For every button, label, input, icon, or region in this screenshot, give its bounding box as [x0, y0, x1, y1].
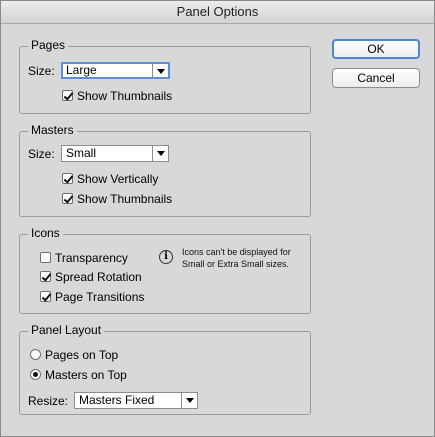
- pages-size-select[interactable]: Large: [61, 62, 170, 79]
- transparency-label: Transparency: [55, 251, 128, 265]
- page-transitions-checkbox[interactable]: [40, 291, 51, 302]
- masters-size-select[interactable]: Small: [61, 145, 169, 162]
- masters-size-label: Size:: [28, 147, 55, 161]
- pages-on-top-label: Pages on Top: [45, 348, 119, 362]
- chevron-down-icon: [152, 64, 168, 77]
- icons-group: Icons Transparency Spread Rotation Page …: [19, 226, 311, 314]
- page-transitions-label: Page Transitions: [55, 290, 145, 304]
- ok-button[interactable]: OK: [332, 39, 420, 59]
- transparency-checkbox[interactable]: [40, 252, 51, 263]
- masters-show-thumbnails-label: Show Thumbnails: [77, 192, 173, 206]
- panel-layout-legend: Panel Layout: [28, 323, 105, 337]
- masters-show-vertically-checkbox[interactable]: [62, 173, 73, 184]
- masters-show-thumbnails-checkbox[interactable]: [62, 193, 73, 204]
- pages-show-thumbnails-checkbox[interactable]: [62, 90, 73, 101]
- spread-rotation-checkbox[interactable]: [40, 271, 51, 282]
- icons-legend: Icons: [28, 226, 63, 240]
- dialog-title: Panel Options: [1, 1, 434, 24]
- chevron-down-icon: [152, 146, 168, 161]
- masters-legend: Masters: [28, 123, 77, 137]
- resize-value: Masters Fixed: [79, 393, 155, 407]
- pages-show-thumbnails-label: Show Thumbnails: [77, 89, 173, 103]
- masters-show-vertically-label: Show Vertically: [77, 172, 159, 186]
- pages-size-label: Size:: [28, 64, 55, 78]
- resize-label: Resize:: [28, 394, 69, 408]
- icons-note-line1: Icons can't be displayed for: [182, 247, 291, 257]
- cancel-button[interactable]: Cancel: [332, 68, 420, 88]
- pages-size-value: Large: [66, 63, 97, 77]
- pages-on-top-radio[interactable]: [30, 349, 41, 360]
- masters-group: Masters Size: Small Show Vertically Show…: [19, 123, 311, 217]
- info-icon: i: [159, 250, 173, 264]
- chevron-down-icon: [181, 393, 197, 408]
- masters-size-value: Small: [66, 146, 97, 160]
- panel-options-dialog: Panel Options Pages Size: Large Show Thu…: [0, 0, 435, 437]
- masters-on-top-label: Masters on Top: [45, 368, 127, 382]
- pages-legend: Pages: [28, 38, 69, 52]
- pages-group: Pages Size: Large Show Thumbnails: [19, 38, 311, 114]
- spread-rotation-label: Spread Rotation: [55, 270, 142, 284]
- panel-layout-group: Panel Layout Pages on Top Masters on Top…: [19, 323, 311, 415]
- icons-note-line2: Small or Extra Small sizes.: [182, 259, 290, 269]
- resize-select[interactable]: Masters Fixed: [74, 392, 198, 409]
- masters-on-top-radio[interactable]: [30, 369, 41, 380]
